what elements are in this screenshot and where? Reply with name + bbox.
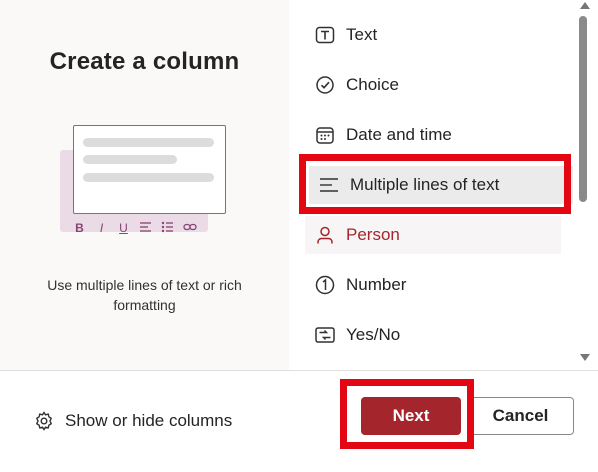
scrollbar-thumb[interactable] xyxy=(579,16,587,202)
choice-check-icon xyxy=(315,75,335,95)
number-icon xyxy=(315,275,335,295)
illustration-format-toolbar: B I U xyxy=(72,221,197,236)
column-type-person[interactable]: Person xyxy=(305,216,561,254)
multiline-text-illustration xyxy=(73,125,226,214)
column-type-label: Text xyxy=(346,25,378,44)
column-type-text[interactable]: Text xyxy=(305,16,561,54)
illustration-text-line xyxy=(83,173,214,182)
person-icon xyxy=(315,225,335,245)
illustration-text-line xyxy=(83,155,177,164)
column-type-choice[interactable]: Choice xyxy=(305,66,561,104)
column-type-label: Date and time xyxy=(346,125,452,144)
show-hide-columns-label: Show or hide columns xyxy=(65,411,233,430)
column-type-label: Choice xyxy=(346,75,399,94)
calendar-icon xyxy=(315,125,335,145)
link-icon xyxy=(182,221,197,236)
column-type-label: Yes/No xyxy=(346,325,401,344)
underline-icon: U xyxy=(119,221,128,235)
column-type-yes-no[interactable]: Yes/No xyxy=(305,316,561,354)
cancel-button[interactable]: Cancel xyxy=(467,397,574,435)
italic-icon: I xyxy=(99,221,104,235)
scroll-up-arrow-icon[interactable] xyxy=(580,2,590,9)
align-left-icon xyxy=(138,221,153,236)
column-type-number[interactable]: Number xyxy=(305,266,561,304)
list-scrollbar[interactable] xyxy=(574,0,598,370)
page-title: Create a column xyxy=(49,48,240,75)
gear-icon xyxy=(34,411,54,431)
text-box-icon xyxy=(315,25,335,45)
bullet-list-icon xyxy=(160,221,175,236)
column-type-date-and-time[interactable]: Date and time xyxy=(305,116,561,154)
column-type-label: Person xyxy=(346,225,400,244)
selection-highlight-box xyxy=(299,154,571,214)
scroll-down-arrow-icon[interactable] xyxy=(580,354,590,361)
show-hide-columns-link[interactable]: Show or hide columns xyxy=(34,409,232,433)
preview-panel: Create a column B I U Use multiple lines… xyxy=(0,0,289,370)
column-type-description: Use multiple lines of text or rich forma… xyxy=(47,277,242,313)
bold-icon: B xyxy=(75,221,84,235)
column-type-label: Number xyxy=(346,275,407,294)
yes-no-toggle-icon xyxy=(315,325,335,345)
next-highlight-box xyxy=(340,379,474,449)
footer-divider xyxy=(0,370,598,371)
illustration-text-line xyxy=(83,138,214,147)
